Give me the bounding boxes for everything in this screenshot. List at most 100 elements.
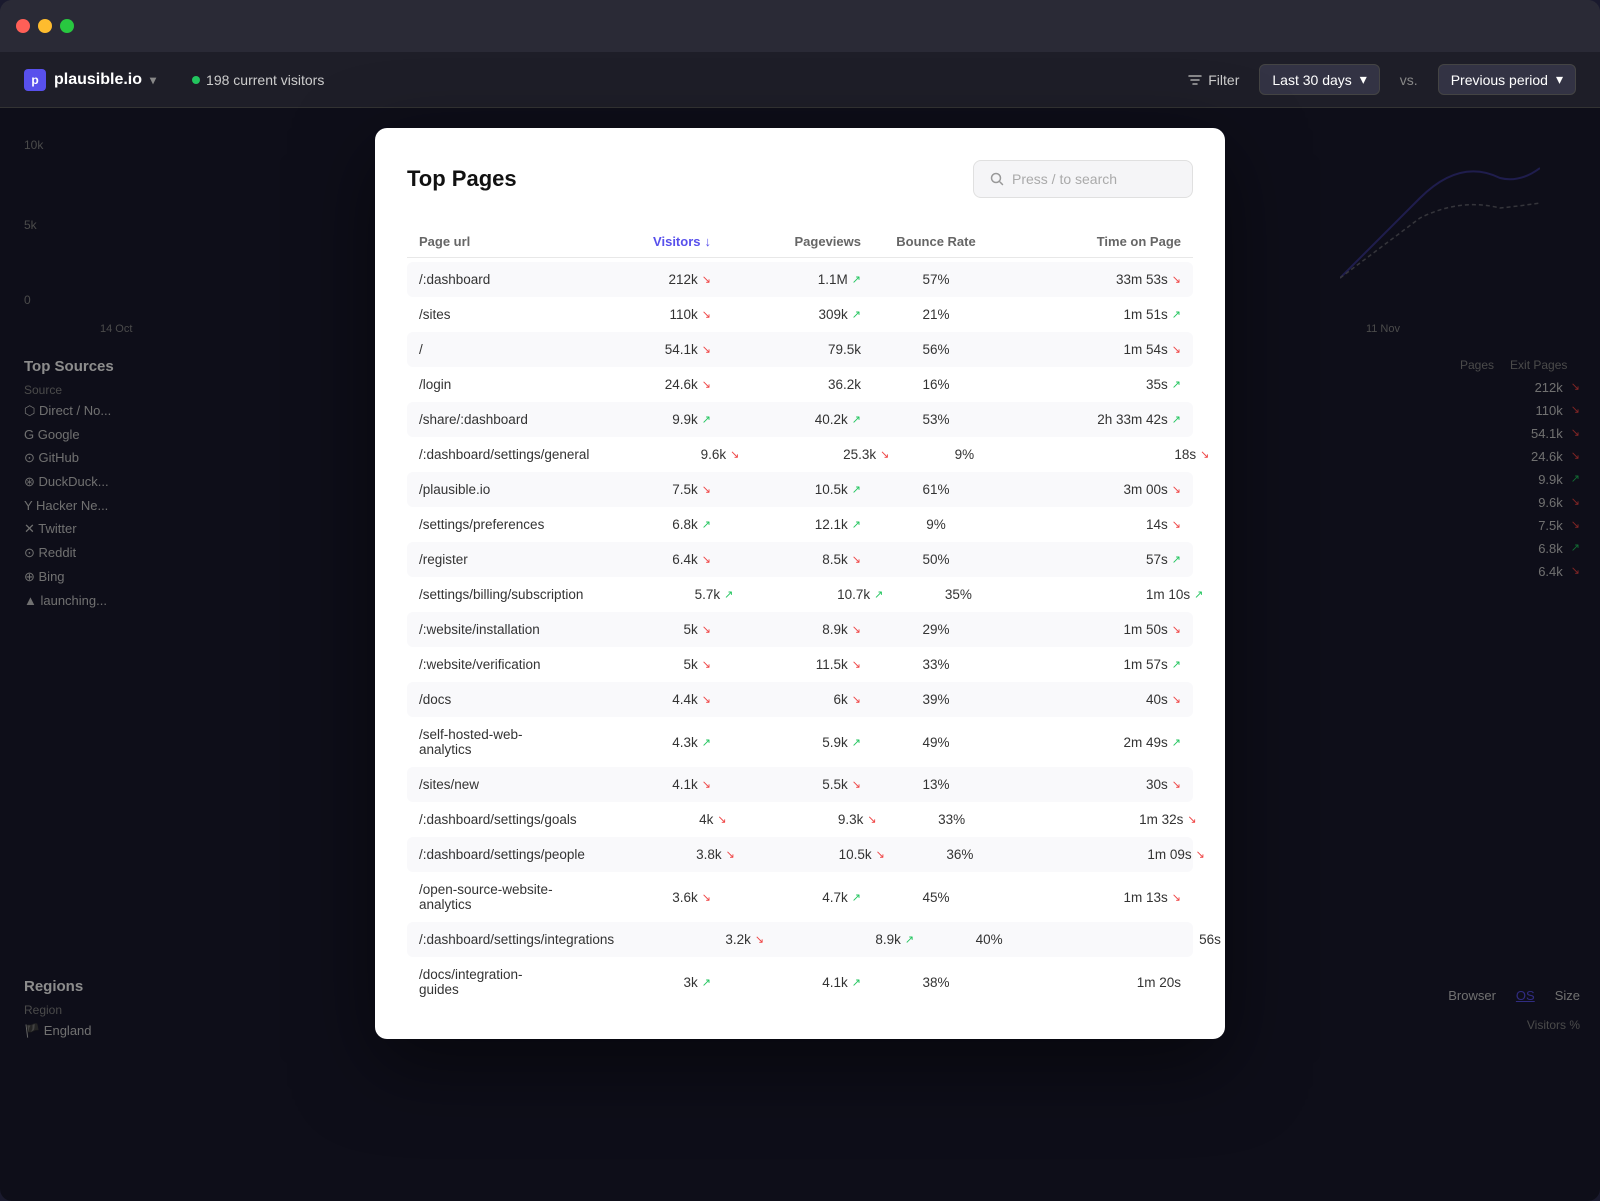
filter-button[interactable]: Filter (1188, 72, 1239, 88)
cell-time-on-page: 1m 54s↘ (1011, 342, 1181, 357)
cell-visitors: 4k↘ (577, 812, 727, 827)
cell-bounce-rate: 13% (861, 777, 1011, 792)
search-box[interactable]: Press / to search (973, 160, 1193, 198)
cell-visitors: 4.1k↘ (561, 777, 711, 792)
cell-pageviews: 309k↗ (711, 307, 861, 322)
cell-pageviews: 5.5k↘ (711, 777, 861, 792)
table-row[interactable]: /plausible.io7.5k↘10.5k↗61%3m 00s↘ (407, 472, 1193, 507)
cell-time-on-page: 1m 09s↘ (1035, 847, 1205, 862)
table-row[interactable]: /docs4.4k↘6k↘39%40s↘ (407, 682, 1193, 717)
cell-time-on-page: 56s↘ (1064, 932, 1225, 947)
th-time-on-page: Time on Page (1011, 234, 1181, 249)
cell-url: /login (419, 377, 561, 392)
cell-visitors: 212k↘ (561, 272, 711, 287)
top-pages-modal: Top Pages Press / to search Page url Vis… (375, 128, 1225, 1039)
table-row[interactable]: /:dashboard212k↘1.1M↗57%33m 53s↘ (407, 262, 1193, 297)
table-row[interactable]: /sites110k↘309k↗21%1m 51s↗ (407, 297, 1193, 332)
filter-label: Filter (1208, 72, 1239, 88)
table-row[interactable]: /54.1k↘79.5k56%1m 54s↘ (407, 332, 1193, 367)
cell-visitors: 3k↗ (561, 975, 711, 990)
cell-bounce-rate: 39% (861, 692, 1011, 707)
cell-bounce-rate: 53% (861, 412, 1011, 427)
cell-visitors: 6.8k↗ (561, 517, 711, 532)
cell-bounce-rate: 38% (861, 975, 1011, 990)
table-body: /:dashboard212k↘1.1M↗57%33m 53s↘/sites11… (407, 262, 1193, 1007)
cell-time-on-page: 1m 20s (1011, 975, 1181, 990)
table-row[interactable]: /register6.4k↘8.5k↘50%57s↗ (407, 542, 1193, 577)
cell-time-on-page: 1m 50s↘ (1011, 622, 1181, 637)
logo-area[interactable]: p plausible.io ▾ (24, 69, 156, 91)
period-chevron: ▾ (1360, 71, 1367, 88)
cell-pageviews: 8.9k↘ (711, 622, 861, 637)
cell-time-on-page: 35s↗ (1011, 377, 1181, 392)
cell-url: /:dashboard (419, 272, 561, 287)
cell-time-on-page: 3m 00s↘ (1011, 482, 1181, 497)
table-row[interactable]: /docs/integration-guides3k↗4.1k↗38%1m 20… (407, 957, 1193, 1007)
table-row[interactable]: /:dashboard/settings/people3.8k↘10.5k↘36… (407, 837, 1193, 872)
th-visitors[interactable]: Visitors ↓ (561, 234, 711, 249)
cell-pageviews: 10.5k↘ (735, 847, 885, 862)
cell-bounce-rate: 49% (861, 735, 1011, 750)
table-row[interactable]: /:website/installation5k↘8.9k↘29%1m 50s↘ (407, 612, 1193, 647)
cell-url: /open-source-website-analytics (419, 882, 561, 912)
site-chevron[interactable]: ▾ (150, 73, 156, 87)
cell-visitors: 7.5k↘ (561, 482, 711, 497)
cell-pageviews: 5.9k↗ (711, 735, 861, 750)
table-row[interactable]: /login24.6k↘36.2k16%35s↗ (407, 367, 1193, 402)
cell-url: / (419, 342, 561, 357)
th-bounce-rate: Bounce Rate (861, 234, 1011, 249)
period-dropdown[interactable]: Last 30 days ▾ (1259, 64, 1379, 95)
cell-pageviews: 36.2k (711, 377, 861, 392)
cell-pageviews: 4.1k↗ (711, 975, 861, 990)
table-row[interactable]: /:dashboard/settings/integrations3.2k↘8.… (407, 922, 1193, 957)
cell-time-on-page: 1m 13s↘ (1011, 890, 1181, 905)
cell-url: /:dashboard/settings/general (419, 447, 589, 462)
cell-pageviews: 12.1k↗ (711, 517, 861, 532)
minimize-button[interactable] (38, 19, 52, 33)
cell-time-on-page: 1m 57s↗ (1011, 657, 1181, 672)
cell-visitors: 5k↘ (561, 622, 711, 637)
table-header: Page url Visitors ↓ Pageviews Bounce Rat… (407, 226, 1193, 258)
table-row[interactable]: /settings/billing/subscription5.7k↗10.7k… (407, 577, 1193, 612)
window-chrome: p plausible.io ▾ 198 current visitors Fi… (0, 0, 1600, 1201)
cell-bounce-rate: 36% (885, 847, 1035, 862)
table-row[interactable]: /:dashboard/settings/general9.6k↘25.3k↘9… (407, 437, 1193, 472)
table-row[interactable]: /sites/new4.1k↘5.5k↘13%30s↘ (407, 767, 1193, 802)
cell-pageviews: 10.5k↗ (711, 482, 861, 497)
cell-pageviews: 25.3k↘ (739, 447, 889, 462)
table-row[interactable]: /:website/verification5k↘11.5k↘33%1m 57s… (407, 647, 1193, 682)
close-button[interactable] (16, 19, 30, 33)
search-icon (990, 172, 1004, 186)
cell-bounce-rate: 33% (877, 812, 1027, 827)
table-row[interactable]: /open-source-website-analytics3.6k↘4.7k↗… (407, 872, 1193, 922)
cell-url: /register (419, 552, 561, 567)
cell-url: /sites/new (419, 777, 561, 792)
table-row[interactable]: /share/:dashboard9.9k↗40.2k↗53%2h 33m 42… (407, 402, 1193, 437)
visitors-badge: 198 current visitors (192, 72, 324, 88)
cell-time-on-page: 2h 33m 42s↗ (1011, 412, 1181, 427)
cell-time-on-page: 14s↘ (1011, 517, 1181, 532)
cell-pageviews: 40.2k↗ (711, 412, 861, 427)
cell-time-on-page: 30s↘ (1011, 777, 1181, 792)
cell-visitors: 4.4k↘ (561, 692, 711, 707)
cell-time-on-page: 1m 51s↗ (1011, 307, 1181, 322)
cell-url: /settings/billing/subscription (419, 587, 583, 602)
cell-url: /:website/verification (419, 657, 561, 672)
cell-time-on-page: 18s↘ (1039, 447, 1209, 462)
cell-pageviews: 1.1M↗ (711, 272, 861, 287)
modal-title: Top Pages (407, 166, 517, 192)
visitors-count: 198 current visitors (206, 72, 324, 88)
cell-url: /:dashboard/settings/goals (419, 812, 577, 827)
cell-visitors: 9.6k↘ (589, 447, 739, 462)
table-row[interactable]: /self-hosted-web-analytics4.3k↗5.9k↗49%2… (407, 717, 1193, 767)
cell-bounce-rate: 45% (861, 890, 1011, 905)
table-row[interactable]: /settings/preferences6.8k↗12.1k↗9%14s↘ (407, 507, 1193, 542)
cell-bounce-rate: 57% (861, 272, 1011, 287)
cell-bounce-rate: 50% (861, 552, 1011, 567)
cell-bounce-rate: 56% (861, 342, 1011, 357)
cell-visitors: 3.2k↘ (614, 932, 764, 947)
table-row[interactable]: /:dashboard/settings/goals4k↘9.3k↘33%1m … (407, 802, 1193, 837)
compare-dropdown[interactable]: Previous period ▾ (1438, 64, 1576, 95)
cell-time-on-page: 57s↗ (1011, 552, 1181, 567)
maximize-button[interactable] (60, 19, 74, 33)
